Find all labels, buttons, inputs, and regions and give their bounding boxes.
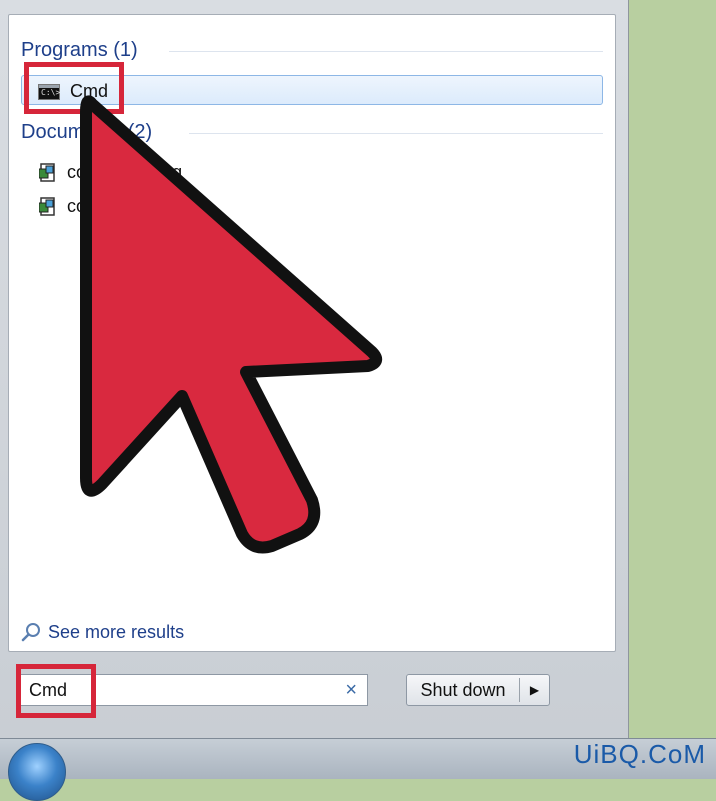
document-item[interactable]: co 152535.reg (21, 159, 603, 187)
see-more-label: See more results (48, 622, 185, 642)
document-item-label: co 016.reg (67, 196, 153, 216)
windows-start-orb-icon[interactable] (8, 743, 66, 801)
shutdown-options-arrow-icon[interactable]: ▶ (520, 675, 549, 705)
registry-file-icon (39, 197, 55, 216)
programs-divider (169, 51, 603, 52)
registry-file-icon (39, 163, 55, 182)
document-item[interactable]: co 016.reg (21, 193, 603, 221)
search-icon (21, 623, 40, 642)
result-item-cmd[interactable]: C:\> Cmd (21, 75, 603, 105)
command-prompt-icon: C:\> (38, 84, 60, 100)
search-input[interactable] (29, 679, 329, 701)
search-results-panel: Programs (1) C:\> Cmd Documents (2) co 1… (8, 14, 616, 652)
watermark: UiBQ.CoM (573, 739, 706, 769)
start-search-box[interactable]: × (20, 674, 368, 706)
see-more-results-link[interactable]: See more results (21, 621, 184, 643)
programs-group-header[interactable]: Programs (1) (21, 37, 138, 63)
shutdown-button-group: Shut down ▶ (406, 674, 550, 706)
documents-divider (189, 133, 603, 134)
shutdown-button[interactable]: Shut down (407, 675, 519, 705)
start-menu: Programs (1) C:\> Cmd Documents (2) co 1… (0, 0, 629, 738)
documents-group-header[interactable]: Documents (2) (21, 119, 152, 145)
result-item-label: Cmd (70, 81, 109, 101)
clear-search-icon[interactable]: × (345, 678, 357, 702)
document-item-label: co 152535.reg (67, 162, 183, 182)
